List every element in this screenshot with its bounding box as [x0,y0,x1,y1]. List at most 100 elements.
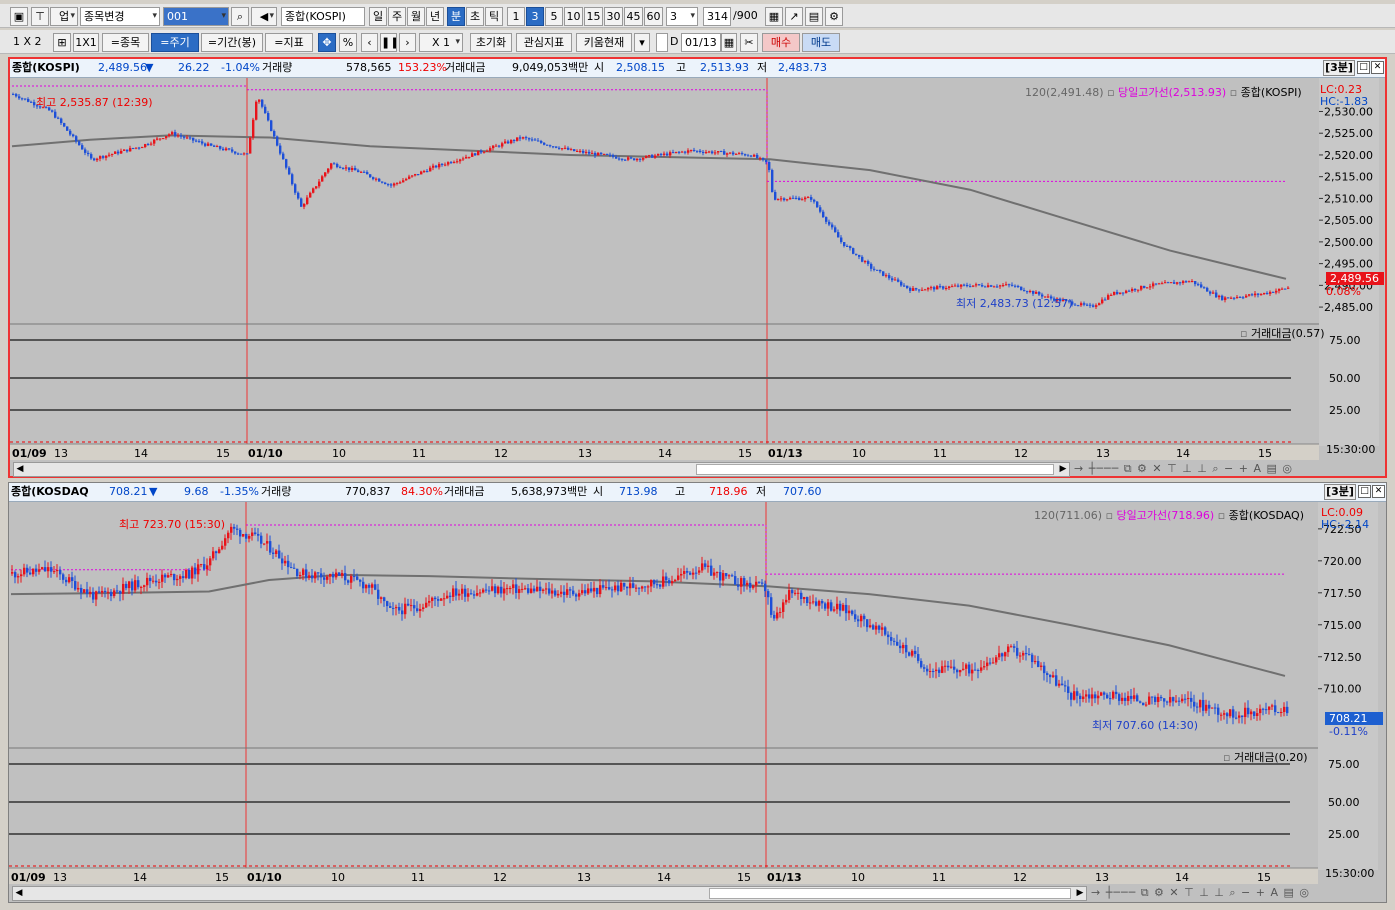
sound-icon[interactable]: ◀ [251,7,277,26]
interval-15-button[interactable]: 15 [584,7,603,26]
scroll-thumb[interactable] [709,888,1071,899]
market-select[interactable]: 업 [50,7,78,26]
kosdaq-name[interactable]: 종합(KOSDAQ [11,483,89,501]
kosdaq-horizontal-scrollbar[interactable]: ◀ ▶ [12,886,1087,901]
candle-body [207,143,210,146]
date-input[interactable]: 01/13 [681,33,721,52]
scroll-right-icon[interactable]: ▶ [1074,887,1086,900]
item-link-button[interactable]: =종목 [102,33,149,52]
kospi-maximize-icon[interactable]: □ [1357,61,1370,74]
calendar-icon[interactable]: ▦ [721,33,737,52]
kosdaq-chart-canvas[interactable]: 722.50720.00717.50715.00712.50710.0075.0… [9,502,1386,902]
kospi-zoom-tools[interactable]: → ┼─── ⧉ ⚙ ✕ ⊤ ⊥ ⊥ ⌕ − + A ▤ ◎ [1074,462,1293,476]
dropdown-icon[interactable]: ▾ [634,33,650,52]
period-month-button[interactable]: 월 [407,7,425,26]
save-icon[interactable]: ▤ [805,7,823,26]
period-year-button[interactable]: 년 [426,7,444,26]
sell-button[interactable]: 매도 [802,33,840,52]
candle-body [591,152,594,154]
scroll-left-icon[interactable]: ◀ [13,887,25,900]
candle-body [471,153,474,157]
date-checkbox[interactable] [656,33,668,52]
candle-body [720,151,723,153]
kosdaq-chart-panel[interactable]: 종합(KOSDAQ 708.21 ▼ 9.68 -1.35% 거래량 770,8… [8,482,1387,903]
candle-body [215,551,218,554]
candle-body [237,153,240,155]
interval-10-button[interactable]: 10 [564,7,583,26]
period-link-button[interactable]: =주기 [151,33,199,52]
candle-body [1175,700,1178,702]
kiwoom-current-button[interactable]: 키움현재 [576,33,632,52]
period-second-button[interactable]: 초 [466,7,484,26]
pin-icon[interactable]: ⊤ [31,7,49,26]
kosdaq-close-icon[interactable]: ✕ [1372,485,1385,498]
period-minute-button[interactable]: 분 [447,7,465,26]
item-name-display: 종합(KOSPI) [281,7,365,26]
buy-button[interactable]: 매수 [762,33,800,52]
interval-3-button[interactable]: 3 [526,7,544,26]
candle-body [230,526,233,533]
kosdaq-zoom-tools[interactable]: → ┼─── ⧉ ⚙ ✕ ⊤ ⊥ ⊥ ⌕ − + A ▤ ◎ [1091,886,1310,900]
scroll-thumb[interactable] [696,464,1054,475]
scroll-right-icon[interactable]: ▶ [1057,463,1069,476]
range-link-button[interactable]: =기간(봉) [201,33,263,52]
next-icon[interactable]: › [399,33,416,52]
kosdaq-interval-tag[interactable]: [3분] [1324,484,1356,500]
code-input[interactable]: 001 [163,7,229,26]
indicator-link-button[interactable]: =지표 [265,33,313,52]
candle-body [998,653,1001,658]
candle-body [90,154,93,159]
kospi-close-icon[interactable]: ✕ [1371,61,1384,74]
period-week-button[interactable]: 주 [388,7,406,26]
layout-1x1-button[interactable]: 1X1 [73,33,99,52]
kospi-horizontal-scrollbar[interactable]: ◀ ▶ [13,462,1070,477]
kosdaq-maximize-icon[interactable]: □ [1358,485,1371,498]
settings-gear-icon[interactable]: ⚙ [825,7,843,26]
chart-type-icon[interactable]: ▦ [765,7,783,26]
watch-indicator-button[interactable]: 관심지표 [516,33,572,52]
candle-body [323,577,326,580]
candle-body [561,148,564,150]
candle-body [203,564,206,570]
search-icon[interactable]: ⌕ [231,7,249,26]
candle-body [233,526,236,529]
pause-icon[interactable]: ❚❚ [380,33,397,52]
reset-button[interactable]: 초기화 [470,33,512,52]
window-icon[interactable]: ▣ [10,7,28,26]
percent-button[interactable]: % [339,33,357,52]
layout-label[interactable]: 1 X 2 [13,33,42,52]
kospi-interval-tag[interactable]: [3분] [1323,60,1355,76]
count-input[interactable]: 314 [703,7,731,26]
kospi-chart-panel[interactable]: 종합(KOSPI) 2,489.56 ▼ 26.22 -1.04% 거래량 57… [8,57,1387,478]
prev-icon[interactable]: ‹ [361,33,378,52]
interval-5-button[interactable]: 5 [545,7,563,26]
multiplier-select[interactable]: X 1 [419,33,463,52]
interval-1-button[interactable]: 1 [507,7,525,26]
candle-body [506,588,509,590]
interval-45-button[interactable]: 45 [624,7,643,26]
candle-body [455,588,458,596]
candle-body [830,602,833,611]
trend-icon[interactable]: ↗ [785,7,803,26]
candle-body [1133,695,1136,699]
interval-60-button[interactable]: 60 [644,7,663,26]
candle-body [512,584,515,589]
kospi-name[interactable]: 종합(KOSPI) [12,59,80,77]
kospi-chart-canvas[interactable]: 2,530.002,525.002,520.002,515.002,510.00… [10,78,1385,478]
interval-value-select[interactable]: 3 [666,7,698,26]
candle-body [459,159,462,162]
candle-body [1196,706,1199,708]
candle-body [608,587,611,590]
crosshair-icon[interactable]: ✥ [318,33,336,52]
candle-body [434,597,437,600]
period-tick-button[interactable]: 틱 [485,7,503,26]
change-item-select[interactable]: 종목변경 [80,7,160,26]
interval-30-button[interactable]: 30 [604,7,623,26]
scissors-icon[interactable]: ✂ [740,33,758,52]
candle-body [812,601,815,603]
period-day-button[interactable]: 일 [369,7,387,26]
scroll-left-icon[interactable]: ◀ [14,463,26,476]
grid-icon[interactable]: ⊞ [53,33,71,52]
candle-body [1223,713,1226,715]
candle-body [987,285,990,288]
